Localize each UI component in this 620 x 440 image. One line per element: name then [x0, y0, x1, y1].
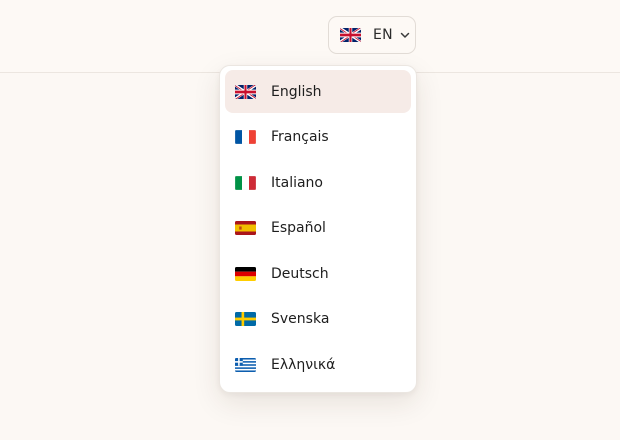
flag-italy-icon [235, 175, 256, 190]
flag-uk-icon [340, 28, 361, 42]
chevron-down-icon [400, 32, 410, 39]
language-option-label: Français [271, 129, 329, 145]
language-option-greek[interactable]: Ελληνικά [225, 343, 411, 386]
language-selector-button[interactable]: EN [328, 16, 416, 54]
top-bar: EN [0, 0, 620, 73]
flag-spain-icon [235, 221, 256, 235]
language-option-swedish[interactable]: Svenska [225, 298, 411, 341]
language-option-label: Italiano [271, 174, 323, 191]
language-option-label: Svenska [271, 311, 330, 327]
flag-france-icon [235, 130, 256, 144]
language-option-label: Español [271, 220, 326, 236]
language-option-english[interactable]: English [225, 70, 411, 113]
flag-uk-icon [235, 84, 256, 99]
language-option-italian[interactable]: Italiano [225, 161, 411, 204]
current-language-code: EN [373, 27, 393, 43]
language-option-spanish[interactable]: Español [225, 207, 411, 250]
flag-greece-icon [235, 357, 256, 372]
language-option-label: Ελληνικά [271, 356, 336, 373]
language-option-german[interactable]: Deutsch [225, 252, 411, 295]
flag-sweden-icon [235, 312, 256, 326]
language-dropdown-menu: English Français Italiano Español Deutsc… [219, 65, 417, 393]
language-option-french[interactable]: Français [225, 116, 411, 159]
language-option-label: English [271, 83, 322, 100]
flag-germany-icon [235, 266, 256, 281]
language-option-label: Deutsch [271, 265, 329, 282]
